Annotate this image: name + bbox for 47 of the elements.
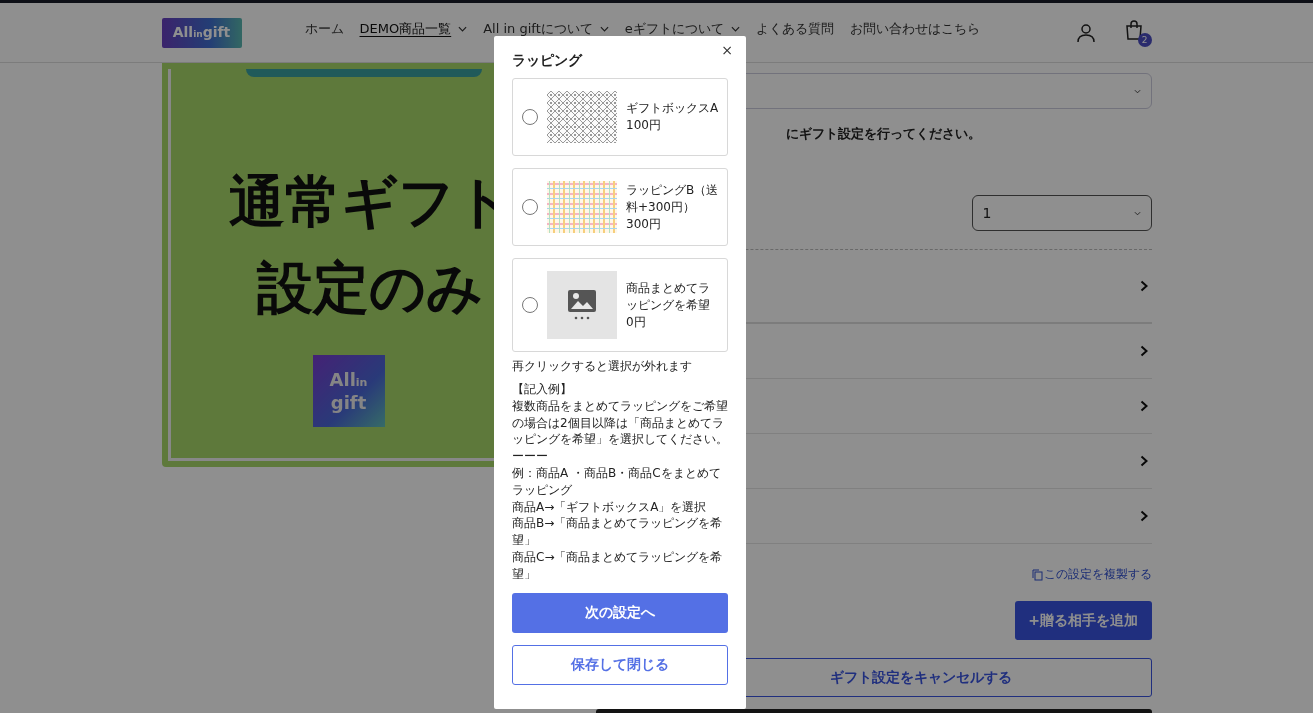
instruction-text: にギフト設定を行ってください。 <box>785 125 982 143</box>
hint-text: 再クリックすると選択が外れます <box>512 358 693 375</box>
cart-button[interactable]: 2 <box>1123 19 1152 47</box>
nav-link[interactable]: よくある質問 <box>755 20 834 38</box>
nav-link[interactable]: ホーム <box>304 20 344 38</box>
option-name: ラッピングB（送料+300円） 300円 <box>626 181 720 233</box>
nav-link[interactable]: お問い合わせはこちら <box>849 20 980 38</box>
chevron-right-icon[interactable] <box>1139 455 1148 467</box>
account-icon[interactable] <box>1075 23 1096 43</box>
site-logo[interactable]: All ingift <box>161 18 242 48</box>
banner-logo: Allin gift <box>312 355 385 427</box>
nav-link[interactable]: DEMO商品一覧 <box>359 20 452 38</box>
close-button[interactable]: × <box>718 40 736 60</box>
note-text: ーーー <box>512 448 549 465</box>
option-name: 商品まとめてラッピングを希望 <box>626 279 711 314</box>
option-name: ギフトボックスA <box>626 100 719 117</box>
note-text: 商品C→「商品まとめてラッピングを希望」 <box>512 548 724 583</box>
wrapping-option[interactable]: 商品まとめてラッピングを希望 0円 <box>512 258 728 352</box>
cart-count-badge: 2 <box>1137 33 1152 47</box>
copy-settings-link[interactable]: この設定を複製する <box>1031 566 1152 583</box>
option-price: 100円 <box>626 117 662 134</box>
caret-icon <box>1133 88 1141 94</box>
note-text: 複数商品をまとめてラッピングをご希望の場合は2個目以降は「商品まとめてラッピングを希望」を選択してください。 <box>512 397 728 449</box>
quantity-select[interactable]: 1 <box>971 195 1152 231</box>
save-close-button[interactable]: 保存して閉じる <box>512 644 728 685</box>
chevron-right-icon[interactable] <box>1139 345 1148 357</box>
option-price: 0円 <box>626 313 647 331</box>
copy-icon <box>1031 568 1043 581</box>
note-text: 【記入例】 <box>512 381 573 398</box>
chevron-right-icon[interactable] <box>1139 280 1148 292</box>
wrapping-option[interactable]: ラッピングB（送料+300円） 300円 <box>512 168 728 246</box>
add-recipient-button[interactable]: +贈る相手を追加 <box>1014 601 1152 640</box>
next-settings-button[interactable]: 次の設定へ <box>512 592 728 633</box>
caret-icon <box>1133 210 1141 216</box>
note-text: 例：商品A ・商品B・商品Cをまとめてラッピング <box>512 465 722 499</box>
chevron-right-icon[interactable] <box>1139 400 1148 412</box>
nav-link[interactable]: eギフトについて <box>624 20 724 38</box>
wrapping-option[interactable]: ギフトボックスA 100円 <box>512 78 728 156</box>
dialog-title: ラッピング <box>512 52 584 70</box>
note-text: 商品B→「商品まとめてラッピングを希望」 <box>512 515 724 549</box>
note-text: 商品A→「ギフトボックスA」を選択 <box>512 498 708 516</box>
chevron-right-icon[interactable] <box>1139 510 1148 522</box>
caret-icon[interactable] <box>458 26 468 32</box>
nav-link[interactable]: All in giftについて <box>483 20 593 38</box>
caret-icon[interactable] <box>730 26 740 32</box>
caret-icon[interactable] <box>599 26 609 32</box>
image-placeholder-icon <box>567 289 597 321</box>
